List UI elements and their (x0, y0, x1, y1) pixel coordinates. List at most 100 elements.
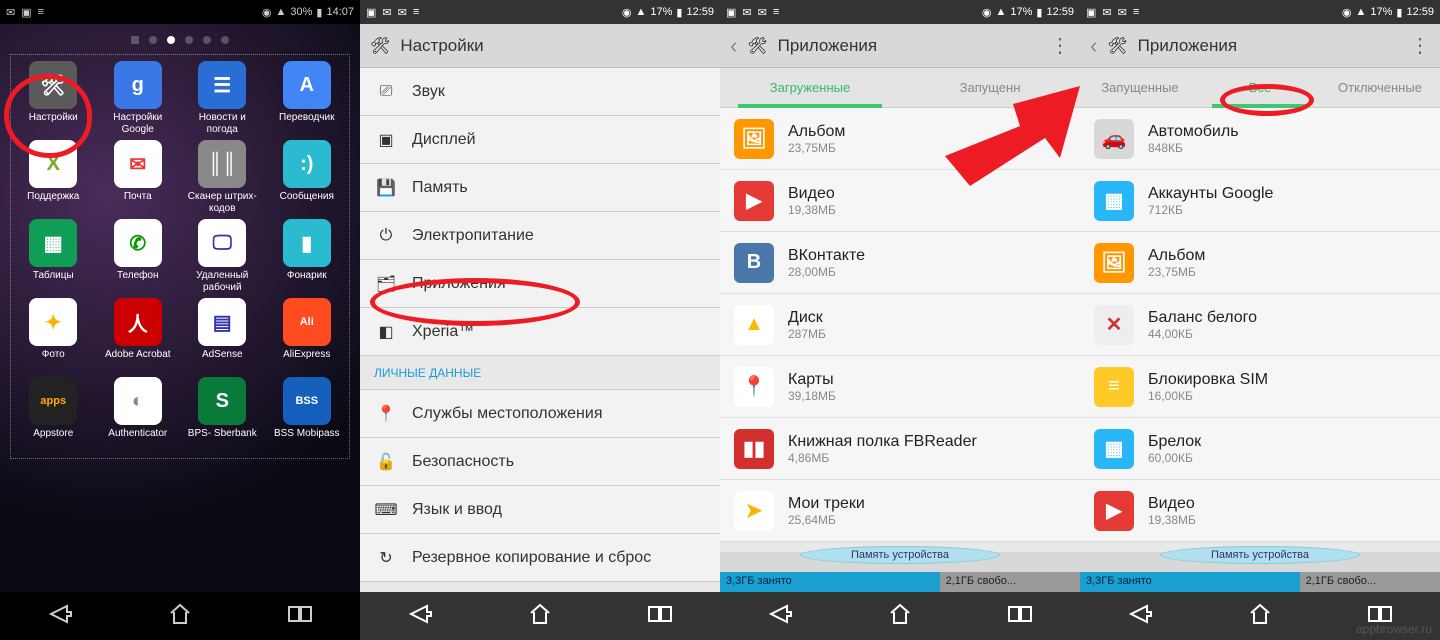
app-row[interactable]: 🖼Альбом23,75МБ (1080, 232, 1440, 294)
app-icon[interactable]: appsAppstore (15, 377, 92, 452)
settings-row[interactable]: ⏻Электропитание (360, 212, 720, 260)
settings-row[interactable]: 🗂Приложения (360, 260, 720, 308)
app-row[interactable]: ➤Мои треки25,64МБ (720, 480, 1080, 542)
recent-button[interactable] (287, 605, 313, 628)
app-icon[interactable]: ║║Сканер штрих-кодов (184, 140, 261, 215)
notif-icon: ✉ (6, 6, 15, 19)
home-button[interactable] (1248, 603, 1272, 630)
app-icon[interactable]: ▦Таблицы (15, 219, 92, 294)
apps-header: ‹ 🛠 Приложения ⋮ (1080, 24, 1440, 68)
app-row[interactable]: ≡Блокировка SIM16,00КБ (1080, 356, 1440, 418)
back-button[interactable] (767, 604, 793, 629)
tab-bar: ЗапущенныеВсеОтключенные (1080, 68, 1440, 108)
app-row[interactable]: 🖼Альбом23,75МБ (720, 108, 1080, 170)
app-icon[interactable]: SBPS- Sberbank (184, 377, 261, 452)
app-icon[interactable]: ✆Телефон (100, 219, 177, 294)
app-row[interactable]: ▦Брелок60,00КБ (1080, 418, 1440, 480)
notif-icon: ≡ (773, 6, 779, 18)
settings-row[interactable]: ▣Дисплей (360, 116, 720, 164)
panel-home: ✉ ▣ ≡ ◉ ▲ 30% ▮ 14:07 🛠НастройкиgНастрой… (0, 0, 360, 640)
settings-header: 🛠 Настройки (360, 24, 720, 68)
storage-footer: Память устройства 3,3ГБ занято 2,1ГБ сво… (720, 552, 1080, 592)
status-bar: ▣ ✉ ✉ ≡ ◉ ▲ 17% ▮ 12:59 (360, 0, 720, 24)
notif-icon: ✉ (1118, 6, 1127, 19)
app-icon[interactable]: BSSBSS Mobipass (269, 377, 346, 452)
panel-apps-loaded: ▣ ✉ ✉ ≡ ◉ ▲ 17% ▮ 12:59 ‹ 🛠 Приложения ⋮… (720, 0, 1080, 640)
app-row[interactable]: ▮▮Книжная полка FBReader4,86МБ (720, 418, 1080, 480)
home-button[interactable] (168, 603, 192, 630)
notif-icon: ≡ (38, 6, 44, 18)
signal-icon: ▲ (1355, 6, 1366, 18)
home-button[interactable] (528, 603, 552, 630)
app-icon[interactable]: ▮Фонарик (269, 219, 346, 294)
app-icon[interactable]: ▤AdSense (184, 298, 261, 373)
settings-row[interactable]: 💾Память (360, 164, 720, 212)
settings-row[interactable]: 📍Службы местоположения (360, 390, 720, 438)
back-chevron[interactable]: ‹ (730, 33, 737, 59)
tab[interactable]: Отключенные (1320, 68, 1440, 107)
app-row[interactable]: 🚗Автомобиль848КБ (1080, 108, 1440, 170)
nav-bar (0, 592, 360, 640)
storage-used: 3,3ГБ занято (1080, 572, 1300, 592)
app-row[interactable]: ✕Баланс белого44,00КБ (1080, 294, 1440, 356)
battery-pct: 17% (650, 6, 672, 18)
app-icon[interactable]: XПоддержка (15, 140, 92, 215)
back-chevron[interactable]: ‹ (1090, 33, 1097, 59)
notif-icon: ▣ (1086, 6, 1096, 19)
settings-row[interactable]: ◧Xperia™ (360, 308, 720, 356)
app-icon[interactable]: 🖵Удаленный рабочий (184, 219, 261, 294)
notif-icon: ▣ (726, 6, 736, 19)
app-icon[interactable]: ◐Authenticator (100, 377, 177, 452)
app-icon[interactable]: ☰Новости и погода (184, 61, 261, 136)
app-icon[interactable]: gНастройки Google (100, 61, 177, 136)
storage-used: 3,3ГБ занято (720, 572, 940, 592)
notif-icon: ✉ (382, 6, 391, 19)
tab[interactable]: Все (1200, 68, 1320, 107)
back-button[interactable] (1127, 604, 1153, 629)
app-row[interactable]: ▶Видео19,38МБ (720, 170, 1080, 232)
battery-pct: 17% (1010, 6, 1032, 18)
overflow-menu[interactable]: ⋮ (1050, 33, 1070, 58)
battery-icon: ▮ (676, 6, 682, 19)
recent-button[interactable] (1007, 605, 1033, 628)
notif-icon: ✉ (1102, 6, 1111, 19)
settings-row[interactable]: ↻Резервное копирование и сброс (360, 534, 720, 582)
clock: 12:59 (1406, 6, 1434, 18)
back-button[interactable] (407, 604, 433, 629)
status-bar: ▣ ✉ ✉ ≡ ◉ ▲ 17% ▮ 12:59 (1080, 0, 1440, 24)
header-title: Настройки (400, 36, 483, 56)
overflow-menu[interactable]: ⋮ (1410, 33, 1430, 58)
app-row[interactable]: ▶Видео19,38МБ (1080, 480, 1440, 542)
header-title: Приложения (778, 36, 877, 56)
recent-button[interactable] (647, 605, 673, 628)
app-icon[interactable]: ✉Почта (100, 140, 177, 215)
app-icon[interactable]: 🛠Настройки (15, 61, 92, 136)
header-title: Приложения (1138, 36, 1237, 56)
back-button[interactable] (47, 604, 73, 629)
storage-label: Память устройства (1160, 546, 1360, 564)
settings-row[interactable]: ⎚Звук (360, 68, 720, 116)
app-row[interactable]: BВКонтакте28,00МБ (720, 232, 1080, 294)
app-icon[interactable]: 人Adobe Acrobat (100, 298, 177, 373)
app-icon[interactable]: ✦Фото (15, 298, 92, 373)
tab[interactable]: Загруженные (720, 68, 900, 107)
tab[interactable]: Запущенн (900, 68, 1080, 107)
app-row[interactable]: 📍Карты39,18МБ (720, 356, 1080, 418)
apps-body: ‹ 🛠 Приложения ⋮ ЗагруженныеЗапущенн 🖼Ал… (720, 24, 1080, 592)
settings-row[interactable]: 🔓Безопасность (360, 438, 720, 486)
settings-icon: 🛠 (747, 36, 767, 56)
status-bar: ▣ ✉ ✉ ≡ ◉ ▲ 17% ▮ 12:59 (720, 0, 1080, 24)
battery-pct: 17% (1370, 6, 1392, 18)
app-icon[interactable]: :)Сообщения (269, 140, 346, 215)
clock: 14:07 (326, 6, 354, 18)
clock: 12:59 (1046, 6, 1074, 18)
notif-icon: ✉ (742, 6, 751, 19)
app-row[interactable]: ▦Аккаунты Google712КБ (1080, 170, 1440, 232)
settings-row[interactable]: ⌨Язык и ввод (360, 486, 720, 534)
app-icon[interactable]: AliAliExpress (269, 298, 346, 373)
storage-free: 2,1ГБ свобо... (1300, 572, 1440, 592)
app-icon[interactable]: AПереводчик (269, 61, 346, 136)
app-row[interactable]: ▲Диск287МБ (720, 294, 1080, 356)
tab[interactable]: Запущенные (1080, 68, 1200, 107)
home-button[interactable] (888, 603, 912, 630)
